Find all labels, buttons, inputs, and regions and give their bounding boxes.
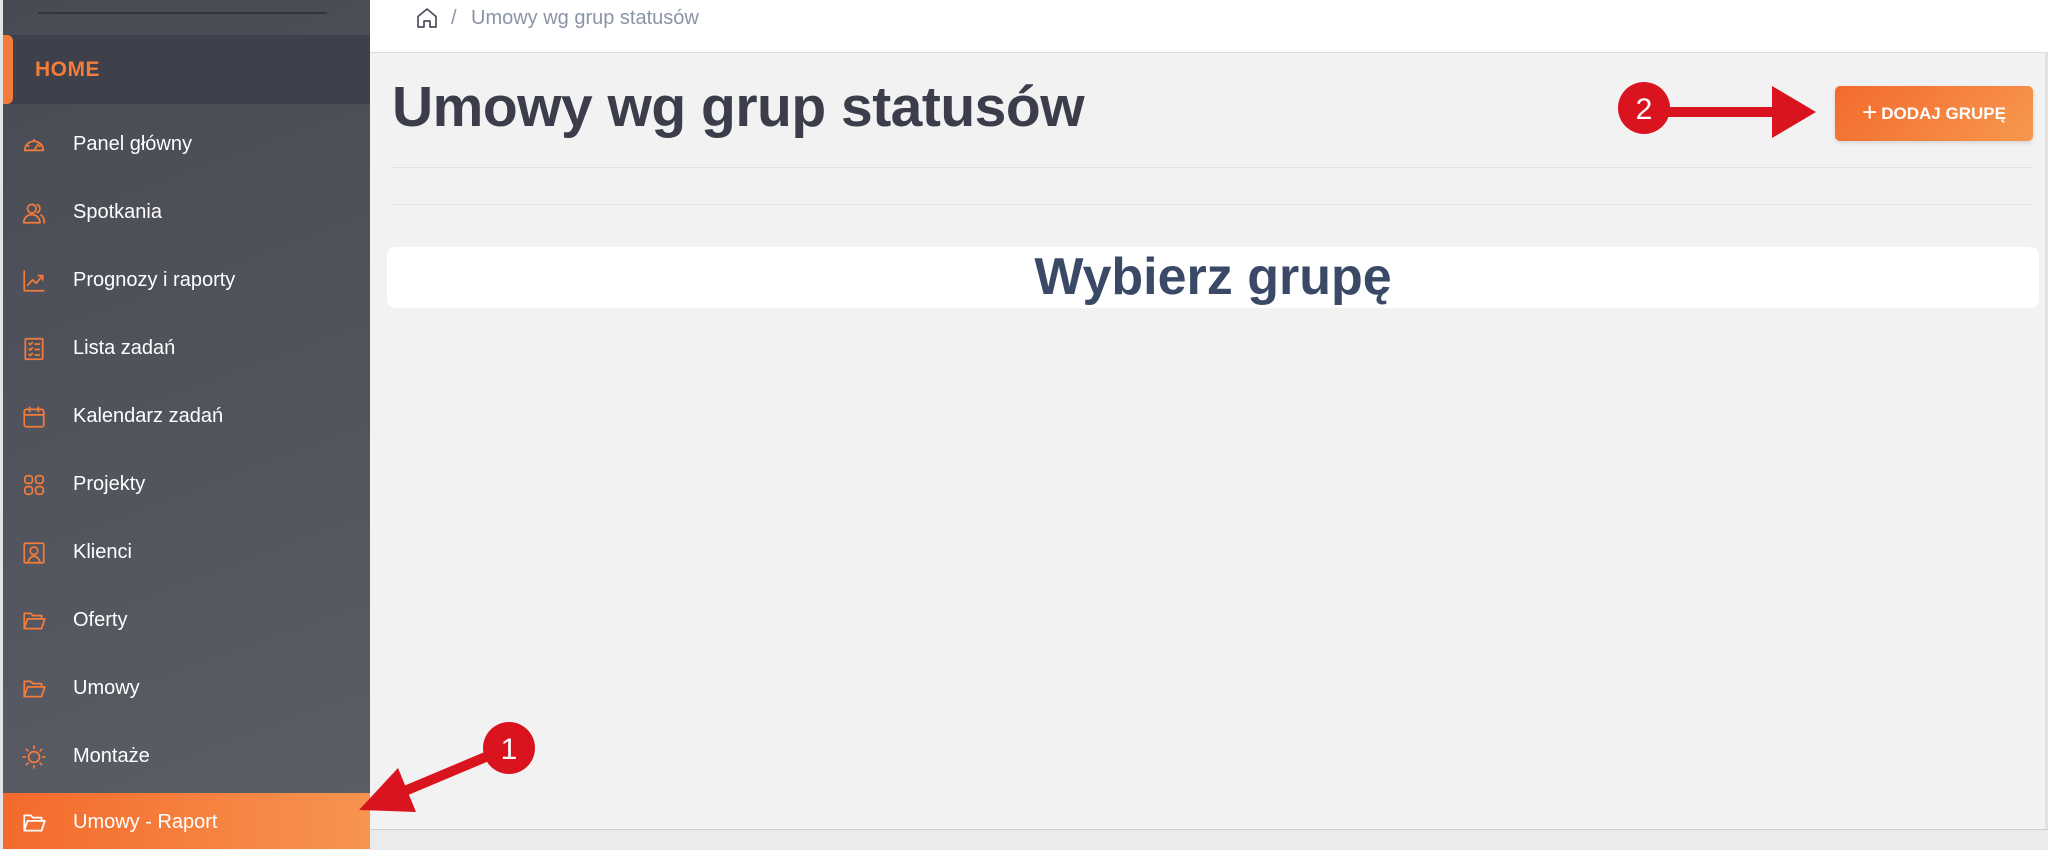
annotation-number-1: 1 — [501, 733, 518, 766]
sidebar-item-label: Panel główny — [73, 133, 192, 155]
folder-open-icon — [21, 810, 47, 836]
annotation-badge-1 — [483, 722, 535, 774]
sidebar-item-prognozy[interactable]: Prognozy i raporty — [3, 246, 370, 314]
chart-line-icon — [21, 268, 47, 294]
folder-open-icon — [21, 608, 47, 634]
sidebar-item-spotkania[interactable]: Spotkania — [3, 178, 370, 246]
annotation-2: 2 — [1618, 82, 1816, 138]
header-divider — [392, 204, 2033, 205]
sidebar-item-label: Prognozy i raporty — [73, 269, 236, 291]
portrait-icon — [21, 540, 47, 566]
sidebar-item-label: Oferty — [73, 609, 128, 631]
breadcrumb-current: Umowy wg grup statusów — [471, 7, 699, 29]
checklist-icon — [21, 336, 47, 362]
sidebar-section-home[interactable]: HOME — [3, 35, 370, 104]
section-accent — [3, 35, 13, 104]
sidebar-item-umowy-raport[interactable]: Umowy - Raport — [3, 793, 370, 849]
calendar-icon — [21, 404, 47, 430]
add-group-button[interactable]: + DODAJ GRUPĘ — [1835, 86, 2033, 141]
home-icon[interactable] — [415, 6, 439, 30]
footer-divider — [370, 829, 2048, 850]
sidebar-item-kalendarz[interactable]: Kalendarz zadań — [3, 382, 370, 450]
sidebar-item-lista-zadan[interactable]: Lista zadań — [3, 314, 370, 382]
sidebar-item-label: Kalendarz zadań — [73, 405, 224, 427]
sidebar-item-umowy[interactable]: Umowy — [3, 654, 370, 722]
sidebar-item-panel-glowny[interactable]: Panel główny — [3, 110, 370, 178]
page-title: Umowy wg grup statusów — [392, 75, 1085, 139]
sidebar-item-label: Umowy - Raport — [73, 811, 218, 833]
annotation-1: 1 — [359, 722, 535, 812]
annotation-arrow-2-head — [1772, 86, 1816, 138]
sidebar-item-label: Umowy — [73, 677, 140, 699]
sidebar-section-label: HOME — [35, 58, 100, 81]
sidebar-item-label: Klienci — [73, 541, 132, 563]
sidebar-item-label: Montaże — [73, 745, 150, 767]
sidebar-item-oferty[interactable]: Oferty — [3, 586, 370, 654]
sidebar-nav: Panel główny Spotkania Prognozy i raport… — [3, 110, 370, 849]
users-icon — [21, 200, 47, 226]
breadcrumb: / Umowy wg grup statusów — [370, 0, 2048, 53]
annotation-arrow-1-shaft — [398, 751, 490, 798]
sun-icon — [21, 744, 47, 770]
grid-icon — [21, 472, 47, 498]
sidebar-item-label: Lista zadań — [73, 337, 176, 359]
sidebar-item-label: Spotkania — [73, 201, 162, 223]
annotation-badge-2 — [1618, 82, 1670, 134]
sidebar: HOME Panel główny Spotkania Prognozy i r… — [0, 0, 370, 849]
group-placeholder-card: Wybierz grupę — [387, 247, 2039, 308]
speedometer-icon — [21, 132, 47, 158]
sidebar-item-projekty[interactable]: Projekty — [3, 450, 370, 518]
plus-icon: + — [1862, 97, 1878, 127]
add-group-label: DODAJ GRUPĘ — [1881, 103, 2006, 123]
annotation-number-2: 2 — [1636, 93, 1653, 126]
sidebar-item-klienci[interactable]: Klienci — [3, 518, 370, 586]
sidebar-item-montaze[interactable]: Montaże — [3, 722, 370, 790]
placeholder-heading: Wybierz grupę — [1034, 248, 1392, 306]
folder-icon — [21, 676, 47, 702]
sidebar-item-label: Projekty — [73, 473, 146, 495]
header-divider — [392, 167, 2033, 168]
breadcrumb-separator: / — [451, 7, 457, 29]
sidebar-divider — [38, 12, 327, 14]
